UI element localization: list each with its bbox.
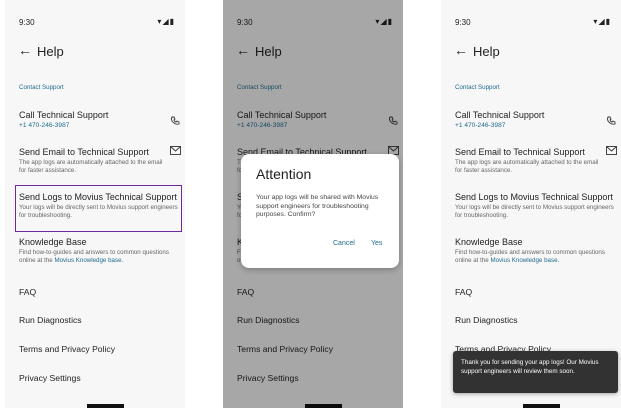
call-support-label: Call Technical Support <box>455 110 545 120</box>
screen-help-toast: 9:30 ▾◢▮ ← Help Contact Support Call Tec… <box>441 0 621 408</box>
knowledge-base-description: Find how-to-guides and answers to common… <box>455 249 620 265</box>
send-logs-description: Your logs will be directly sent to Moviu… <box>455 204 614 219</box>
knowledge-base-item[interactable]: Knowledge Base Find how-to-guides and an… <box>455 237 620 265</box>
support-phone-number[interactable]: +1 470-246-3987 <box>19 122 184 130</box>
email-support-description: The app logs are automatically attached … <box>19 159 163 174</box>
privacy-settings-item[interactable]: Privacy Settings <box>19 373 81 383</box>
email-support-item[interactable]: Send Email to Technical Support The app … <box>19 147 184 175</box>
status-bar: 9:30 ▾◢▮ <box>441 0 621 40</box>
page-title: Help <box>37 44 64 59</box>
screen-help: 9:30 ▾◢▮ ← Help Contact Support Call Tec… <box>5 0 185 408</box>
knowledge-base-link[interactable]: Movius Knowledge base. <box>54 257 123 264</box>
call-support-item[interactable]: Call Technical Support +1 470-246-3987 <box>19 110 184 130</box>
email-support-description: The app logs are automatically attached … <box>455 159 599 174</box>
confirmation-toast: Thank you for sending your app logs! Our… <box>453 351 618 393</box>
dialog-cancel-button[interactable]: Cancel <box>333 240 355 247</box>
knowledge-base-label: Knowledge Base <box>19 237 87 247</box>
knowledge-base-description: Find how-to-guides and answers to common… <box>19 249 184 265</box>
section-heading: Contact Support <box>19 84 64 91</box>
email-support-item[interactable]: Send Email to Technical Support The app … <box>455 147 620 175</box>
app-header: ← Help <box>441 38 621 66</box>
call-support-item[interactable]: Call Technical Support +1 470-246-3987 <box>455 110 620 130</box>
support-phone-number[interactable]: +1 470-246-3987 <box>455 122 620 130</box>
email-support-label: Send Email to Technical Support <box>19 147 149 157</box>
status-time: 9:30 <box>19 18 35 27</box>
send-logs-label: Send Logs to Movius Technical Support <box>455 192 613 202</box>
terms-privacy-item[interactable]: Terms and Privacy Policy <box>19 344 115 354</box>
status-time: 9:30 <box>455 18 471 27</box>
dialog-yes-button[interactable]: Yes <box>371 240 382 247</box>
gesture-nav-bar[interactable] <box>523 404 560 408</box>
faq-item[interactable]: FAQ <box>19 287 36 297</box>
section-heading: Contact Support <box>455 84 500 91</box>
status-bar: 9:30 ▾◢▮ <box>5 0 185 40</box>
back-arrow-icon[interactable]: ← <box>454 42 468 58</box>
phone-icon[interactable] <box>606 116 616 129</box>
mail-icon[interactable] <box>170 146 181 158</box>
knowledge-base-item[interactable]: Knowledge Base Find how-to-guides and an… <box>19 237 184 265</box>
attention-dialog: Attention Your app logs will be shared w… <box>241 154 399 268</box>
app-header: ← Help <box>5 38 185 66</box>
knowledge-base-link[interactable]: Movius Knowledge base. <box>490 257 559 264</box>
send-logs-item[interactable]: Send Logs to Movius Technical Support Yo… <box>455 192 620 220</box>
send-logs-description: Your logs will be directly sent to Moviu… <box>19 204 178 219</box>
gesture-nav-bar[interactable] <box>87 404 124 408</box>
dialog-message: Your app logs will be shared with Movius… <box>256 194 379 218</box>
run-diagnostics-item[interactable]: Run Diagnostics <box>455 315 518 325</box>
send-logs-label: Send Logs to Movius Technical Support <box>19 192 177 202</box>
back-arrow-icon[interactable]: ← <box>18 42 32 58</box>
toast-message: Thank you for sending your app logs! Our… <box>461 359 599 375</box>
page-title: Help <box>473 44 500 59</box>
email-support-label: Send Email to Technical Support <box>455 147 585 157</box>
status-icons: ▾◢▮ <box>593 17 611 26</box>
mail-icon[interactable] <box>606 146 617 158</box>
run-diagnostics-item[interactable]: Run Diagnostics <box>19 315 82 325</box>
status-icons: ▾◢▮ <box>157 17 175 26</box>
knowledge-base-label: Knowledge Base <box>455 237 523 247</box>
faq-item[interactable]: FAQ <box>455 287 472 297</box>
dialog-title: Attention <box>256 166 312 182</box>
call-support-label: Call Technical Support <box>19 110 109 120</box>
send-logs-item[interactable]: Send Logs to Movius Technical Support Yo… <box>19 192 184 220</box>
phone-icon[interactable] <box>170 116 180 129</box>
screen-help-dialog: 9:30 ▾◢▮ ← Help Contact Support Call Tec… <box>223 0 403 408</box>
